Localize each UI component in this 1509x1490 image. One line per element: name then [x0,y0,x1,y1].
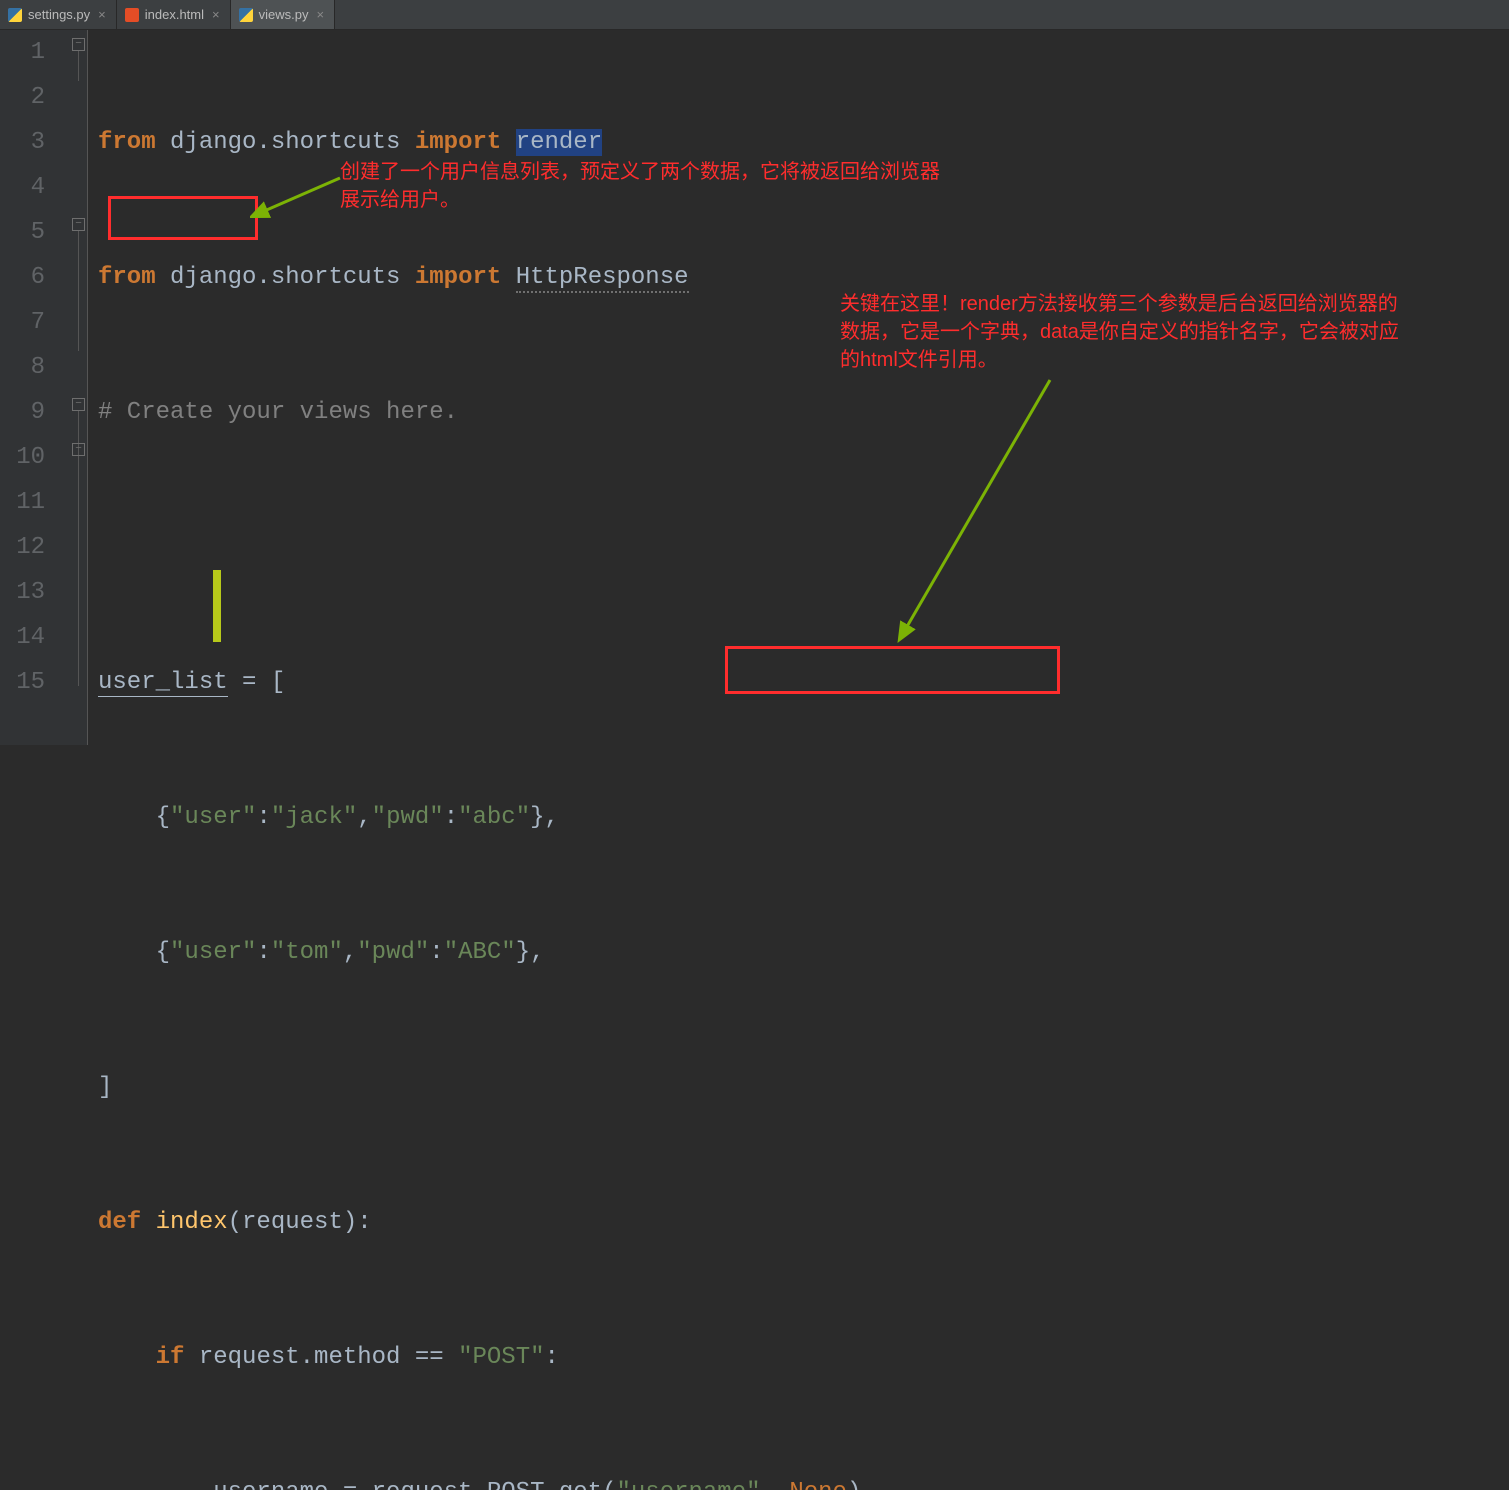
fold-icon[interactable]: − [72,38,85,51]
line-number: 15 [0,660,45,705]
html-icon [125,8,139,22]
line-number: 14 [0,615,45,660]
code-line: username = request.POST.get("username", … [98,1470,1509,1490]
code-line: if request.method == "POST": [98,1335,1509,1380]
change-marker [213,570,221,642]
code-line: # Create your views here. [98,390,1509,435]
line-number: 7 [0,300,45,345]
tab-settings[interactable]: settings.py × [0,0,117,29]
line-number: 6 [0,255,45,300]
fold-icon[interactable]: − [72,398,85,411]
tab-bar: settings.py × index.html × views.py × [0,0,1509,30]
close-icon[interactable]: × [96,7,108,22]
line-number: 5 [0,210,45,255]
line-number: 9 [0,390,45,435]
tab-label: settings.py [28,7,90,22]
line-number: 1 [0,30,45,75]
annotation-text-top: 创建了一个用户信息列表，预定义了两个数据，它将被返回给浏览器 展示给用户。 [340,158,940,214]
line-number: 13 [0,570,45,615]
close-icon[interactable]: × [210,7,222,22]
line-number: 11 [0,480,45,525]
annotation-box-user-list [108,196,258,240]
code-line [98,525,1509,570]
annotation-text-right: 关键在这里！render方法接收第三个参数是后台返回给浏览器的 数据，它是一个字… [840,290,1399,374]
line-number-gutter: 1 2 3 4 5 6 7 8 9 10 11 12 13 14 15 [0,30,70,745]
line-number: 10 [0,435,45,480]
fold-icon[interactable]: − [72,218,85,231]
annotation-box-render-dict [725,646,1060,694]
code-line: {"user":"jack","pwd":"abc"}, [98,795,1509,840]
line-number: 4 [0,165,45,210]
line-number: 8 [0,345,45,390]
line-number: 12 [0,525,45,570]
python-icon [239,8,253,22]
code-line: {"user":"tom","pwd":"ABC"}, [98,930,1509,975]
code-area[interactable]: from django.shortcuts import render from… [88,30,1509,745]
fold-gutter: − − − − [70,30,88,745]
code-line: def index(request): [98,1200,1509,1245]
tab-views-py[interactable]: views.py × [231,0,335,29]
tab-label: index.html [145,7,204,22]
fold-icon[interactable]: − [72,443,85,456]
python-icon [8,8,22,22]
tab-index-html[interactable]: index.html × [117,0,231,29]
editor[interactable]: 1 2 3 4 5 6 7 8 9 10 11 12 13 14 15 − − … [0,30,1509,745]
line-number: 2 [0,75,45,120]
tab-label: views.py [259,7,309,22]
line-number: 3 [0,120,45,165]
close-icon[interactable]: × [314,7,326,22]
code-line: ] [98,1065,1509,1110]
